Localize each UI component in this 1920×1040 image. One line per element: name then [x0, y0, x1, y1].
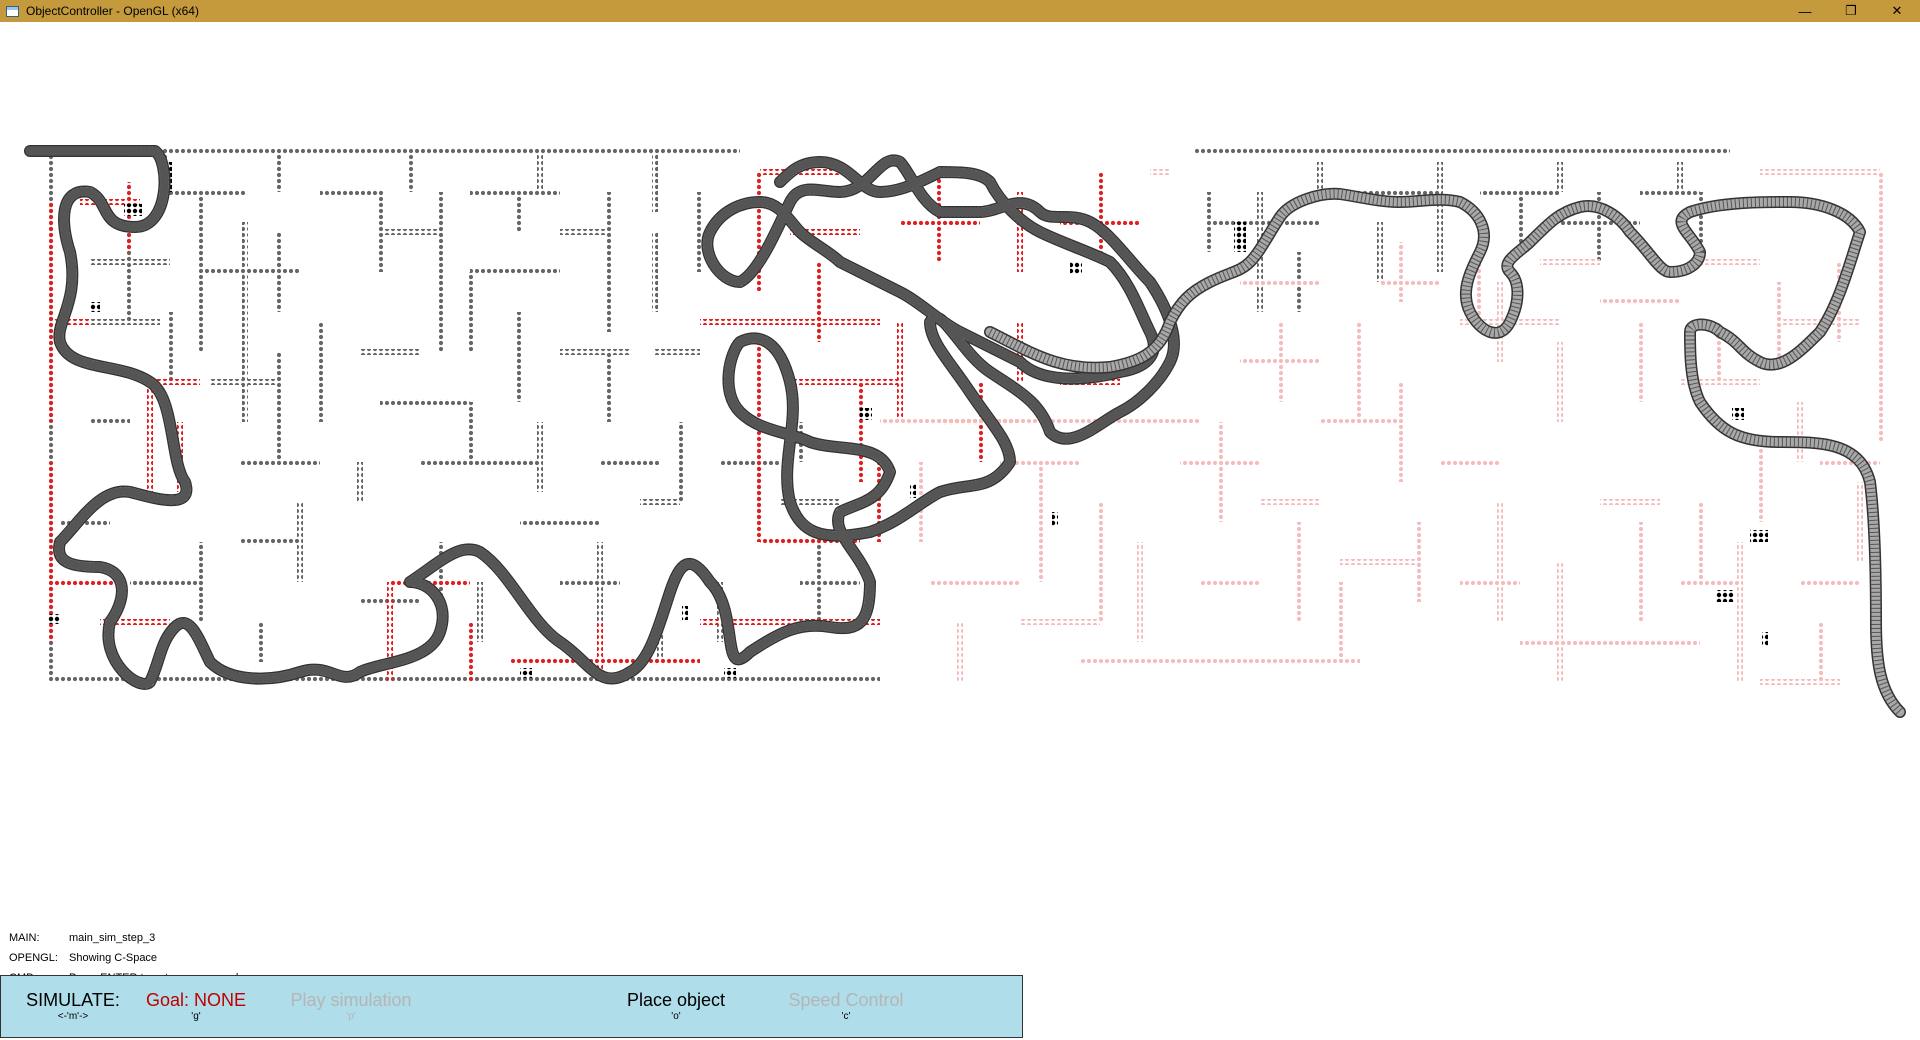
status-row-main: MAIN: main_sim_step_3	[9, 928, 238, 948]
speed-control-button[interactable]: Speed Control 'c'	[781, 990, 911, 1024]
place-object-button[interactable]: Place object 'o'	[616, 990, 736, 1024]
status-main-key: MAIN:	[9, 932, 40, 944]
goal-button[interactable]: Goal: NONE 'g'	[141, 990, 251, 1024]
opengl-viewport[interactable]: MAIN: main_sim_step_3 OPENGL: Showing C-…	[0, 22, 1920, 1040]
play-simulation-label: Play simulation	[290, 990, 412, 1010]
window-controls: — ❐ ✕	[1782, 0, 1920, 22]
simulate-key-hint: <-'m'->	[57, 1011, 89, 1022]
minimize-icon: —	[1798, 3, 1812, 19]
status-opengl-key: OPENGL:	[9, 952, 58, 964]
place-object-label: Place object	[626, 990, 726, 1010]
restore-button[interactable]: ❐	[1828, 0, 1874, 22]
play-simulation-button[interactable]: Play simulation 'p'	[281, 990, 421, 1024]
restore-icon: ❐	[1845, 3, 1857, 18]
status-opengl-value: Showing C-Space	[69, 952, 158, 964]
speed-key-hint: 'c'	[841, 1011, 851, 1022]
simulate-toolbar: SIMULATE: <-'m'-> Goal: NONE 'g' Play si…	[0, 975, 1023, 1038]
title-bar: ObjectController - OpenGL (x64) — ❐ ✕	[0, 0, 1920, 22]
maze-walls-explored	[30, 148, 1730, 683]
maze-walls-red	[49, 169, 1140, 682]
simulate-mode-selector[interactable]: SIMULATE: <-'m'->	[23, 990, 123, 1024]
app-window-icon	[6, 5, 19, 17]
place-key-hint: 'o'	[671, 1011, 681, 1022]
maze-cspace-canvas	[24, 145, 1906, 718]
status-row-opengl: OPENGL: Showing C-Space	[9, 948, 238, 968]
simulate-label: SIMULATE:	[26, 990, 120, 1010]
speed-control-label: Speed Control	[788, 990, 904, 1010]
close-icon: ✕	[1891, 3, 1903, 18]
goal-label: Goal: NONE	[145, 990, 247, 1010]
goal-key-hint: 'g'	[191, 1011, 201, 1022]
window-title: ObjectController - OpenGL (x64)	[26, 4, 199, 18]
status-main-value: main_sim_step_3	[69, 932, 156, 944]
play-key-hint: 'p'	[346, 1011, 356, 1022]
close-button[interactable]: ✕	[1874, 0, 1920, 22]
minimize-button[interactable]: —	[1782, 0, 1828, 22]
